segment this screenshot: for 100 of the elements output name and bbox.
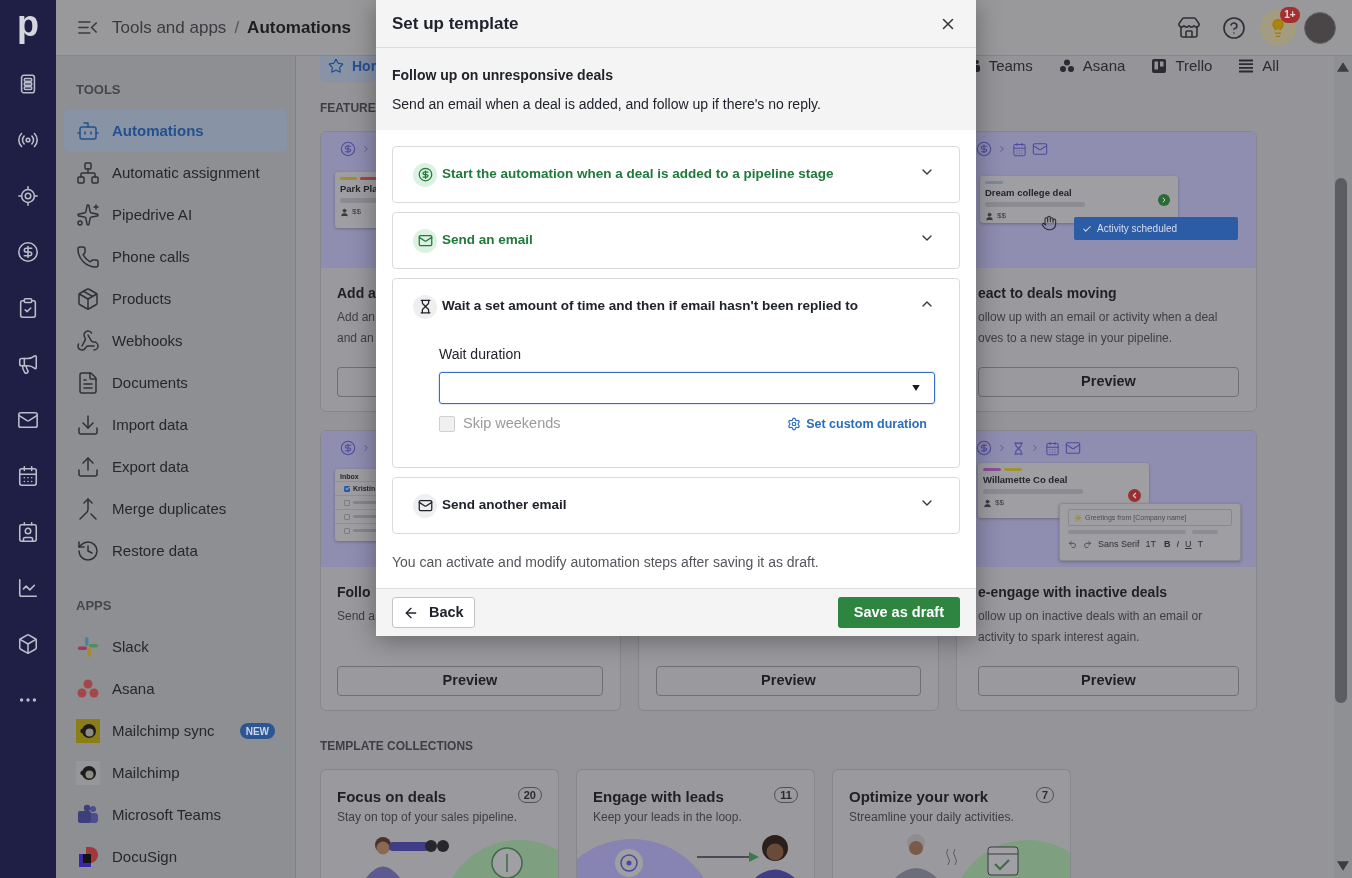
sparkles-icon [76, 203, 100, 227]
toolbar-label: 1T [1145, 539, 1157, 550]
collection-subtitle: Streamline your daily activities. [849, 809, 1014, 825]
sidebar-item[interactable]: Microsoft Teams [64, 794, 287, 836]
step-header[interactable]: Wait a set amount of time and then if email hasn't been replied to [393, 279, 959, 334]
save-draft-button[interactable]: Save as draft [837, 597, 960, 628]
person-icon [340, 207, 349, 217]
tab[interactable]: Asana [1058, 56, 1126, 76]
set-custom-duration-link[interactable]: Set custom duration [787, 414, 927, 434]
toolbar-label: I [1176, 539, 1180, 550]
monkey-tile-icon [76, 719, 100, 743]
wait-duration-select[interactable] [439, 372, 935, 404]
template-description: Send an email when a deal is added, and follow up if there's no reply. [392, 95, 821, 114]
toast-text: Activity scheduled [1097, 222, 1178, 236]
chevron-icon [1030, 443, 1040, 453]
preview-button[interactable]: Preview [978, 666, 1239, 696]
sidebar-item[interactable]: Phone calls [64, 236, 287, 278]
sidebar-item[interactable]: Mailchimp sync NEW [64, 710, 287, 752]
dollar-icon [976, 141, 992, 157]
collection-subtitle: Stay on top of your sales pipeline. [337, 809, 518, 825]
person-icon [985, 211, 994, 221]
three-circles-icon [1058, 58, 1075, 74]
sidebar-item[interactable]: Automatic assignment [64, 152, 287, 194]
hourglass-icon [413, 294, 437, 319]
tab[interactable]: Hor [320, 56, 377, 82]
store-icon[interactable] [1177, 15, 1201, 40]
preview-button[interactable]: Preview [656, 666, 921, 696]
avatar[interactable] [1304, 11, 1336, 44]
scroll-down-icon[interactable] [1337, 861, 1349, 871]
sidebar-item[interactable]: Asana [64, 668, 287, 710]
phone-icon [76, 245, 100, 269]
tab[interactable]: Trello [1151, 56, 1213, 76]
logo[interactable]: p [17, 6, 39, 50]
back-button[interactable]: Back [392, 597, 475, 628]
template-name: Follow up on unresponsive deals [392, 66, 613, 85]
new-badge: NEW [239, 723, 275, 739]
sidebar-item[interactable]: Slack [64, 626, 287, 668]
sidebar-item[interactable]: Mailchimp [64, 752, 287, 794]
help-icon[interactable] [1222, 15, 1246, 40]
chart-icon[interactable] [17, 577, 39, 599]
step-header[interactable]: Send another email [393, 478, 959, 533]
checkbox-label: Skip weekends [463, 414, 561, 434]
megaphone-icon[interactable] [17, 353, 39, 375]
star-icon [328, 58, 344, 74]
redo-icon [1083, 540, 1092, 549]
collection-title: Engage with leads [593, 787, 724, 807]
gear-icon [787, 417, 802, 431]
sidebar-item[interactable]: Documents [64, 362, 287, 404]
lightbulb-icon[interactable] [1260, 9, 1296, 46]
robot-icon [76, 119, 100, 143]
box-icon [76, 287, 100, 311]
calendar-icon [1045, 440, 1060, 456]
section-heading: FEATURE [320, 100, 376, 116]
card-description: Send a [337, 608, 376, 625]
sidebar-item[interactable]: DocuSign [64, 836, 287, 878]
collection-card[interactable]: Optimize your work 7 Streamline your daily activities. [832, 769, 1071, 878]
card-title: eact to deals moving [978, 284, 1117, 303]
sidebar-item[interactable]: Pipedrive AI [64, 194, 287, 236]
undo-icon [1068, 540, 1077, 549]
step-header[interactable]: Send an email [393, 213, 959, 268]
calendar-icon[interactable] [17, 465, 39, 487]
preview-button[interactable]: Preview [978, 367, 1239, 397]
sidebar-item[interactable]: Products [64, 278, 287, 320]
card-title: Follo [337, 583, 371, 602]
sidebar-item[interactable]: Merge duplicates [64, 488, 287, 530]
dollar-icon [340, 141, 356, 157]
sidebar-item[interactable]: Import data [64, 404, 287, 446]
box-icon[interactable] [17, 633, 39, 655]
sidebar-item[interactable]: Export data [64, 446, 287, 488]
mail-icon [413, 493, 437, 518]
check-icon [1082, 223, 1092, 234]
collapse-menu-icon[interactable] [78, 20, 98, 35]
mail-icon [413, 228, 437, 253]
tab[interactable]: All [1238, 56, 1279, 76]
collection-card[interactable]: Focus on deals 20 Stay on top of your sales pipeline. [320, 769, 559, 878]
sidebar-item[interactable]: Restore data [64, 530, 287, 572]
card-title: e-engage with inactive deals [978, 583, 1168, 602]
scroll-up-icon[interactable] [1337, 62, 1349, 72]
contact-card-icon[interactable] [17, 521, 39, 543]
dollar-icon [976, 440, 992, 456]
person-icon [983, 498, 992, 508]
caret-down-icon [911, 385, 921, 391]
target-icon[interactable] [17, 185, 39, 207]
scrollbar-thumb[interactable] [1335, 178, 1347, 703]
sidebar-item[interactable]: Automations [64, 110, 287, 152]
notification-badge: 1+ [1280, 6, 1300, 23]
calendar-icon [1012, 141, 1027, 157]
dollar-icon[interactable] [17, 241, 39, 263]
preview-button[interactable]: Preview [337, 666, 603, 696]
breadcrumb-separator: / [234, 16, 240, 39]
collection-card[interactable]: Engage with leads 11 Keep your leads in the loop. [576, 769, 815, 878]
step-header[interactable]: Start the automation when a deal is added to a pipeline stage [393, 147, 959, 202]
card-description: ollow up with an email or activity when a deal [978, 309, 1218, 326]
collection-subtitle: Keep your leads in the loop. [593, 809, 742, 825]
mail-icon [1065, 440, 1081, 456]
mail-icon[interactable] [17, 409, 39, 431]
sidebar-item[interactable]: Webhooks [64, 320, 287, 362]
breadcrumb-link[interactable]: Tools and apps [112, 14, 227, 41]
nodes-icon [76, 161, 100, 185]
clipboard-check-icon[interactable] [17, 297, 39, 319]
